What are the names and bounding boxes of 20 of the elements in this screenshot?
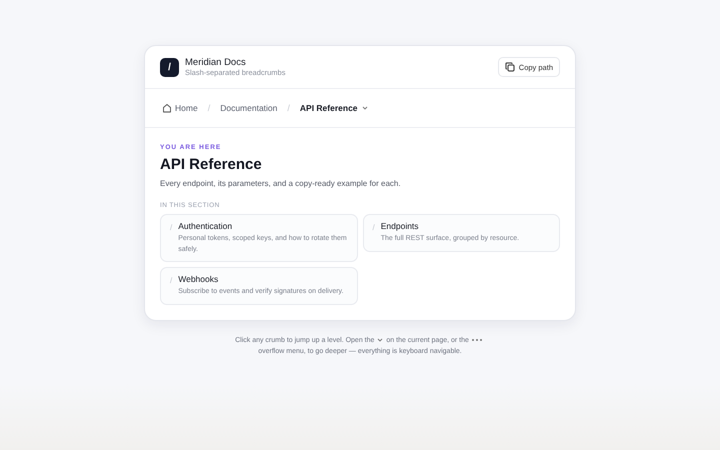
slash-mark: / [372,223,375,234]
logo: / [160,58,179,76]
more-icon [470,338,483,342]
slash-mark: / [170,223,172,234]
breadcrumb-separator: / [208,103,210,113]
app-title: Meridian Docs [185,57,247,68]
breadcrumb-link[interactable]: Home [162,103,198,113]
breadcrumb-separator: / [287,103,290,113]
link-title: Webhooks [178,274,220,284]
chevron-down-icon [360,104,369,112]
breadcrumb-link[interactable]: Documentation [220,103,278,113]
page-title: API Reference [160,156,263,173]
page-description: Every endpoint, its parameters, and a copy-ready example for each. [160,179,402,188]
copy-icon [504,62,515,72]
link-title: Endpoints [380,221,420,231]
home-icon [162,103,172,113]
chevron-down-icon [376,336,384,344]
slash-mark: / [170,276,172,287]
link-title: Authentication [178,221,234,231]
breadcrumb-link[interactable]: API Reference [300,103,369,113]
